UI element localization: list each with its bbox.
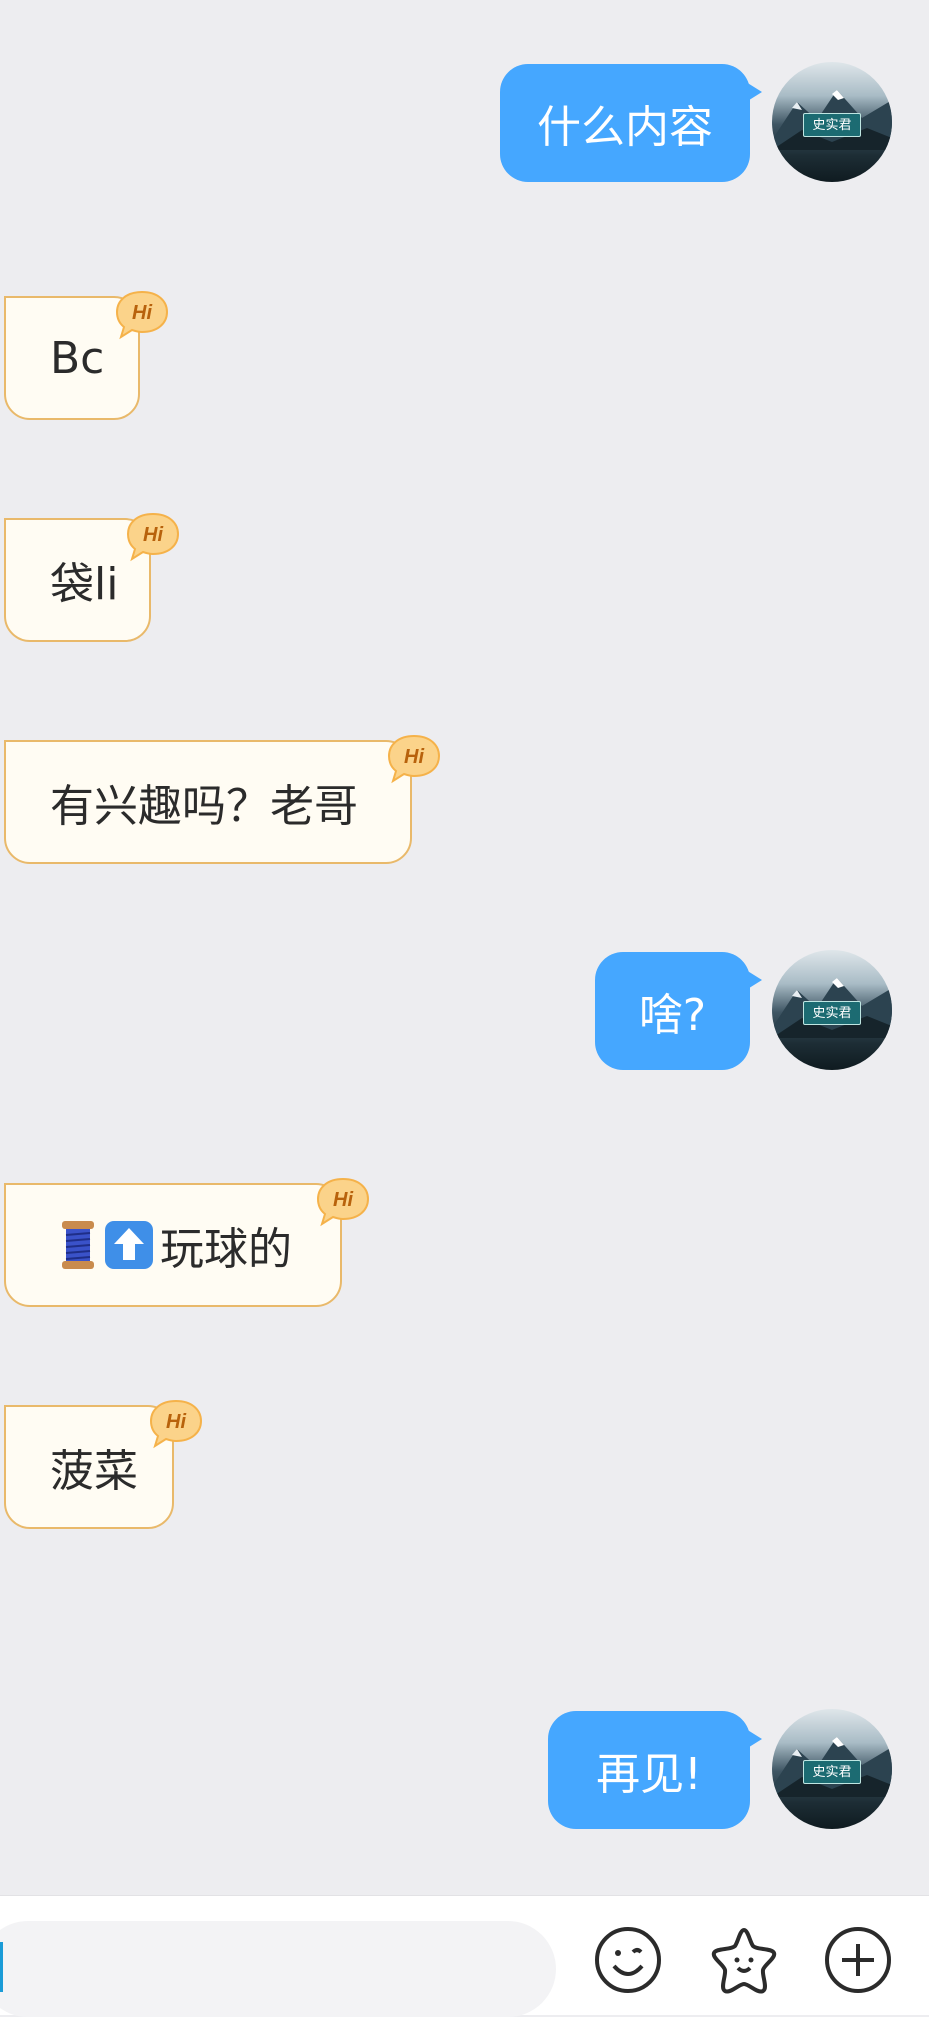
- avatar[interactable]: 史实君: [772, 950, 892, 1070]
- message-row: Bc Hi: [0, 290, 929, 420]
- hi-badge-icon: Hi: [147, 1397, 205, 1449]
- message-row: 啥? 史实君: [0, 950, 929, 1070]
- hi-badge-icon: Hi: [314, 1175, 372, 1227]
- message-text: 菠菜: [50, 1446, 138, 1497]
- message-text: 玩球的: [160, 1224, 292, 1275]
- message-row: 有兴趣吗？老哥 Hi: [0, 734, 929, 864]
- incoming-bubble[interactable]: 玩球的: [4, 1183, 342, 1307]
- emoji-icon[interactable]: [592, 1924, 664, 1996]
- message-text: Bc: [50, 332, 105, 384]
- outgoing-bubble[interactable]: 再见!: [548, 1711, 762, 1829]
- avatar[interactable]: 史实君: [772, 1709, 892, 1829]
- sticker-star-icon[interactable]: [708, 1924, 780, 1996]
- message-text: 有兴趣吗？老哥: [50, 781, 358, 832]
- outgoing-bubble[interactable]: 什么内容: [500, 64, 762, 182]
- message-row: 袋li Hi: [0, 512, 929, 642]
- message-text: 什么内容: [537, 102, 713, 153]
- hi-badge-icon: Hi: [385, 732, 443, 784]
- spool-icon: [58, 1219, 98, 1271]
- svg-text:Hi: Hi: [404, 746, 424, 768]
- avatar-label: 史实君: [803, 1001, 861, 1025]
- message-row: 玩球的 Hi: [0, 1177, 929, 1307]
- text-cursor: [0, 1942, 3, 1992]
- chat-area[interactable]: 什么内容 史实君 Bc Hi 袋li Hi 有兴趣吗？老哥 Hi 啥? 史实君 …: [0, 0, 929, 1895]
- avatar[interactable]: 史实君: [772, 62, 892, 182]
- message-input[interactable]: [0, 1921, 556, 2017]
- avatar-label: 史实君: [803, 113, 861, 137]
- svg-text:Hi: Hi: [333, 1189, 353, 1211]
- hi-badge-icon: Hi: [124, 510, 182, 562]
- svg-text:Hi: Hi: [132, 302, 152, 324]
- avatar-label: 史实君: [803, 1760, 861, 1784]
- message-row: 什么内容 史实君: [0, 62, 929, 182]
- incoming-bubble[interactable]: 有兴趣吗？老哥: [4, 740, 412, 864]
- svg-text:Hi: Hi: [143, 524, 163, 546]
- hi-badge-icon: Hi: [113, 288, 171, 340]
- message-text: 袋li: [50, 559, 119, 610]
- input-bar: [0, 1895, 929, 2017]
- svg-text:Hi: Hi: [166, 1411, 186, 1433]
- add-plus-icon[interactable]: [822, 1924, 894, 1996]
- up-arrow-icon: [104, 1220, 154, 1270]
- message-row: 再见! 史实君: [0, 1709, 929, 1829]
- message-text: 再见!: [596, 1749, 702, 1800]
- message-text: 啥?: [638, 990, 707, 1041]
- outgoing-bubble[interactable]: 啥?: [595, 952, 762, 1070]
- message-row: 菠菜 Hi: [0, 1399, 929, 1529]
